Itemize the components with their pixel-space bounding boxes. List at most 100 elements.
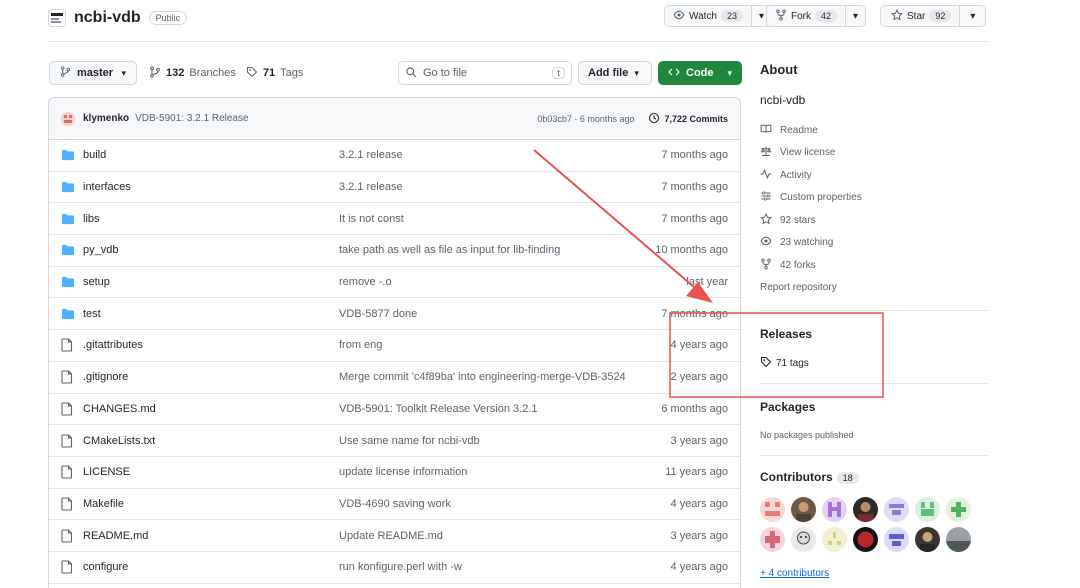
watch-button[interactable]: Watch 23 (664, 5, 752, 27)
fork-dropdown[interactable]: ▾ (846, 5, 867, 27)
about-link[interactable]: 92 stars (760, 209, 988, 232)
file-name[interactable]: Makefile (83, 498, 339, 510)
commit-hash-time[interactable]: 0b03cb7 · 6 months ago (537, 114, 634, 124)
avatar[interactable] (915, 497, 940, 522)
about-link[interactable]: 42 forks (760, 254, 988, 277)
code-button[interactable]: Code ▾ (658, 61, 742, 85)
shortcut-hint: t (552, 67, 565, 79)
avatar[interactable] (946, 497, 971, 522)
table-row[interactable]: .gitignore Merge commit 'c4f89ba' into en… (49, 362, 740, 394)
file-commit-message[interactable]: Merge commit 'c4f89ba' into engineering-… (339, 371, 671, 383)
branch-selector[interactable]: master ▾ (49, 61, 137, 85)
commits-link[interactable]: 7,722 Commits (648, 112, 728, 126)
packages-heading[interactable]: Packages (760, 400, 854, 414)
repo-owner-avatar[interactable] (48, 9, 66, 27)
table-row[interactable]: test VDB-5877 done 7 months ago (49, 298, 740, 331)
file-date: 3 years ago (670, 529, 728, 542)
file-commit-message[interactable]: VDB-5901: Toolkit Release Version 3.2.1 (339, 403, 661, 415)
file-name[interactable]: interfaces (83, 181, 339, 193)
contributors-heading[interactable]: Contributors 18 (760, 470, 859, 484)
file-name[interactable]: CMakeLists.txt (83, 435, 339, 447)
avatar[interactable] (884, 527, 909, 552)
table-row[interactable]: .gitattributes from eng 4 years ago (49, 330, 740, 362)
table-row[interactable]: Makefile VDB-4690 saving work 4 years ago (49, 489, 740, 521)
avatar[interactable] (822, 527, 847, 552)
packages-empty-text: No packages published (760, 430, 854, 440)
branches-link[interactable]: 132 Branches (149, 65, 236, 81)
about-link[interactable]: 23 watching (760, 232, 988, 255)
file-name[interactable]: configure (83, 561, 339, 573)
branch-icon (149, 65, 161, 81)
file-name[interactable]: test (83, 308, 339, 320)
file-name[interactable]: py_vdb (83, 244, 339, 256)
file-name[interactable]: CHANGES.md (83, 403, 339, 415)
about-link[interactable]: Activity (760, 164, 988, 187)
about-link[interactable]: View license (760, 142, 988, 165)
file-name[interactable]: LICENSE (83, 466, 339, 478)
table-row[interactable]: libs It is not const 7 months ago (49, 203, 740, 236)
tags-link[interactable]: 71 Tags (246, 66, 303, 81)
file-commit-message[interactable]: Use same name for ncbi-vdb (339, 435, 671, 447)
commit-message[interactable]: VDB-5901: 3.2.1 Release (135, 113, 248, 124)
file-name[interactable]: libs (83, 213, 339, 225)
file-commit-message[interactable]: VDB-4690 saving work (339, 498, 671, 510)
file-name[interactable]: setup (83, 276, 339, 288)
file-commit-message[interactable]: update license information (339, 466, 665, 478)
table-row[interactable]: configure run konfigure.perl with -w 4 yea… (49, 552, 740, 584)
file-name[interactable]: .gitattributes (83, 339, 339, 351)
table-row[interactable]: setup remove -.o last year (49, 267, 740, 299)
file-name[interactable]: README.md (83, 530, 339, 542)
avatar[interactable] (822, 497, 847, 522)
table-row[interactable]: LICENSE update license information 11 year… (49, 457, 740, 489)
repo-name[interactable]: ncbi-vdb (74, 9, 141, 27)
avatar[interactable] (760, 497, 785, 522)
avatar[interactable] (946, 527, 971, 552)
avatar[interactable] (760, 527, 785, 552)
file-date: 4 years ago (670, 497, 728, 510)
file-commit-message[interactable]: run konfigure.perl with -w (339, 561, 671, 573)
avatar[interactable] (791, 527, 816, 552)
table-row[interactable]: py_vdb take path as well as file as input… (49, 235, 740, 267)
releases-heading[interactable]: Releases (760, 327, 812, 341)
file-commit-message[interactable]: VDB-5877 done (339, 308, 661, 320)
branch-name: master (77, 67, 114, 79)
avatar[interactable] (61, 111, 75, 126)
avatar[interactable] (853, 527, 878, 552)
table-row[interactable]: CMakeLists.txt Use same name for ncbi-vdb… (49, 425, 740, 457)
fork-button[interactable]: Fork 42 (766, 5, 847, 27)
file-commit-message[interactable]: from eng (339, 339, 671, 351)
avatar[interactable] (884, 497, 909, 522)
table-row[interactable]: build 3.2.1 release 7 months ago (49, 140, 740, 172)
file-name[interactable]: .gitignore (83, 371, 339, 383)
report-repository-link[interactable]: Report repository (760, 277, 988, 300)
star-dropdown[interactable]: ▾ (960, 5, 987, 27)
file-commit-message[interactable]: 3.2.1 release (339, 149, 661, 161)
star-button[interactable]: Star 92 (880, 5, 961, 27)
more-contributors-link[interactable]: + 4 contributors (760, 568, 829, 579)
file-commit-message[interactable]: Update README.md (339, 530, 671, 542)
fork-label: Fork (791, 10, 811, 22)
add-file-button[interactable]: Add file ▾ (578, 61, 652, 85)
file-icon (61, 560, 77, 574)
eye-icon (673, 9, 685, 24)
file-commit-message[interactable]: take path as well as file as input for l… (339, 244, 655, 256)
file-icon (61, 433, 77, 448)
tags-count: 71 (262, 67, 276, 79)
file-commit-message[interactable]: It is not const (339, 213, 661, 225)
about-link[interactable]: Custom properties (760, 187, 988, 210)
commit-author[interactable]: klymenko (83, 113, 129, 124)
avatar[interactable] (915, 527, 940, 552)
file-commit-message[interactable]: 3.2.1 release (339, 181, 661, 193)
table-row[interactable]: README.md Update README.md 3 years ago (49, 520, 740, 552)
file-name[interactable]: build (83, 149, 339, 161)
table-row[interactable]: CHANGES.md VDB-5901: Toolkit Release Vers… (49, 394, 740, 426)
go-to-file-input[interactable]: Go to file t (398, 61, 572, 85)
file-commit-message[interactable]: remove -.o (339, 276, 686, 288)
avatar[interactable] (791, 497, 816, 522)
avatar[interactable] (853, 497, 878, 522)
table-row[interactable]: interfaces 3.2.1 release 7 months ago (49, 172, 740, 204)
release-tags-link[interactable]: 71 tags (760, 356, 812, 371)
about-link-label: Activity (780, 169, 812, 181)
folder-icon (61, 244, 77, 256)
about-link[interactable]: Readme (760, 119, 988, 142)
